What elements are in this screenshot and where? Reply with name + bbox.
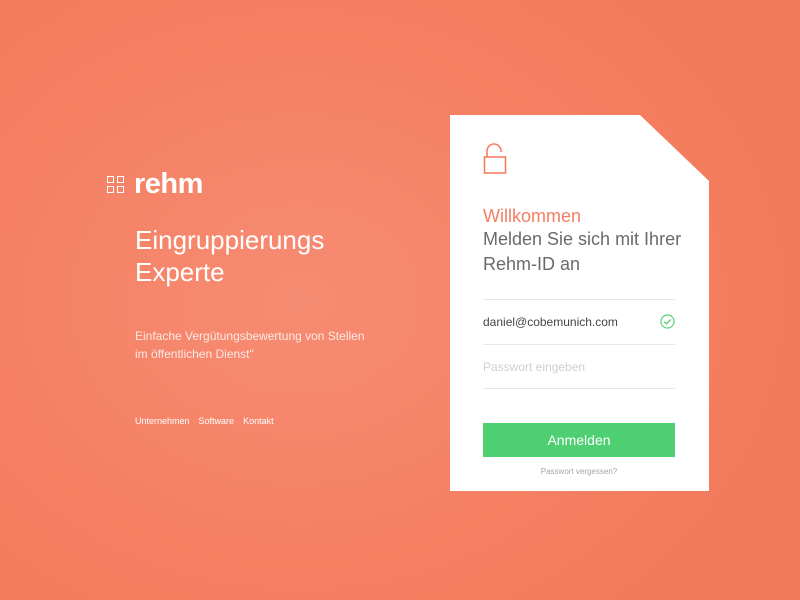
email-input[interactable] xyxy=(483,314,653,329)
brand-name: rehm xyxy=(134,167,203,200)
grid-four-squares-icon xyxy=(107,175,124,193)
headline-line-2: Experte xyxy=(135,257,225,287)
hero-section: rehm Eingruppierungs Experte Einfache Ve… xyxy=(107,168,407,363)
login-card: Willkommen Melden Sie sich mit Ihrer Reh… xyxy=(450,115,709,491)
footer-nav: Unternehmen Software Kontakt xyxy=(135,416,274,426)
footer-link-kontakt[interactable]: Kontakt xyxy=(243,416,274,426)
password-field-row xyxy=(483,344,675,389)
login-subtitle: Melden Sie sich mit Ihrer Rehm-ID an xyxy=(483,229,682,274)
login-button[interactable]: Anmelden xyxy=(483,423,675,457)
unlocked-padlock-icon xyxy=(483,143,507,174)
forgot-password-link[interactable]: Passwort vergessen? xyxy=(483,467,675,476)
password-input[interactable] xyxy=(483,359,653,374)
email-field-row xyxy=(483,299,675,343)
page-headline: Eingruppierungs Experte xyxy=(135,224,407,288)
footer-link-unternehmen[interactable]: Unternehmen xyxy=(135,416,190,426)
brand-logo[interactable]: rehm xyxy=(107,168,407,200)
footer-link-software[interactable]: Software xyxy=(199,416,235,426)
tagline: Einfache Vergütungsbewertung von Stellen… xyxy=(135,329,365,361)
headline-line-1: Eingruppierungs xyxy=(135,225,325,255)
check-circle-icon xyxy=(660,314,675,329)
welcome-heading: Willkommen xyxy=(483,206,582,226)
